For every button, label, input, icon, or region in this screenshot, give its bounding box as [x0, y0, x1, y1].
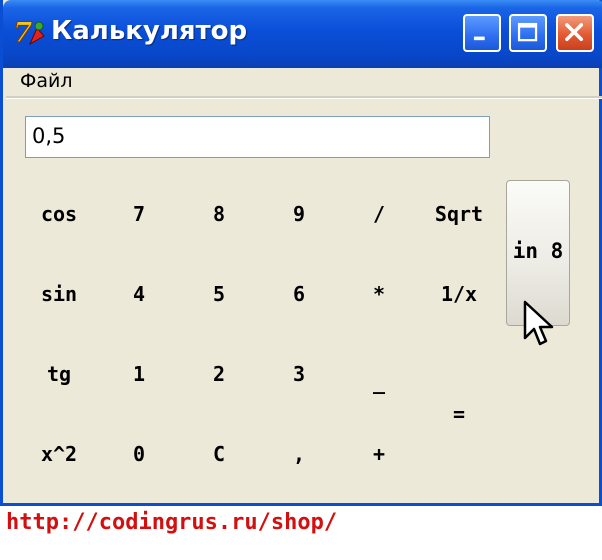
digit-1-button[interactable]: 1: [104, 354, 174, 394]
display-field[interactable]: 0,5: [25, 116, 490, 158]
sin-button[interactable]: sin: [24, 274, 94, 314]
digit-5-button[interactable]: 5: [184, 274, 254, 314]
multiply-button[interactable]: *: [344, 274, 414, 314]
decimal-comma-button[interactable]: ,: [264, 434, 334, 474]
app-logo-icon: 7: [13, 16, 45, 50]
close-button[interactable]: [556, 14, 594, 52]
tg-button[interactable]: tg: [24, 354, 94, 394]
title-bar[interactable]: 7 Калькулятор: [3, 0, 602, 68]
square-button[interactable]: x^2: [24, 434, 94, 474]
menu-bar: Файл: [6, 68, 602, 94]
reciprocal-button[interactable]: 1/x: [424, 274, 494, 314]
calculator-window: 7 Калькулятор Файл 0,5 cos 7 8 9 / Sqrt …: [0, 0, 602, 506]
digit-8-button[interactable]: 8: [184, 194, 254, 234]
cos-button[interactable]: cos: [24, 194, 94, 234]
equals-button[interactable]: =: [424, 394, 494, 434]
menu-item-file[interactable]: Файл: [20, 70, 73, 92]
mouse-pointer-icon: [523, 300, 554, 346]
maximize-button[interactable]: [509, 14, 547, 52]
minimize-button[interactable]: [463, 14, 501, 52]
digit-0-button[interactable]: 0: [104, 434, 174, 474]
digit-9-button[interactable]: 9: [264, 194, 334, 234]
close-icon: [565, 23, 584, 42]
digit-7-button[interactable]: 7: [104, 194, 174, 234]
sqrt-button[interactable]: Sqrt: [424, 194, 494, 234]
convert-octal-label: in 8: [512, 239, 564, 263]
minus-button[interactable]: _: [344, 362, 414, 402]
display-value: 0,5: [32, 124, 66, 148]
digit-4-button[interactable]: 4: [104, 274, 174, 314]
menu-divider: [6, 96, 602, 99]
website-link[interactable]: http://codingrus.ru/shop/: [6, 510, 337, 535]
divide-button[interactable]: /: [344, 194, 414, 234]
clear-button[interactable]: C: [184, 434, 254, 474]
maximize-icon: [517, 22, 538, 42]
window-title: Калькулятор: [51, 16, 248, 46]
digit-3-button[interactable]: 3: [264, 354, 334, 394]
minimize-icon: [473, 36, 485, 41]
digit-2-button[interactable]: 2: [184, 354, 254, 394]
digit-6-button[interactable]: 6: [264, 274, 334, 314]
plus-button[interactable]: +: [344, 434, 414, 474]
